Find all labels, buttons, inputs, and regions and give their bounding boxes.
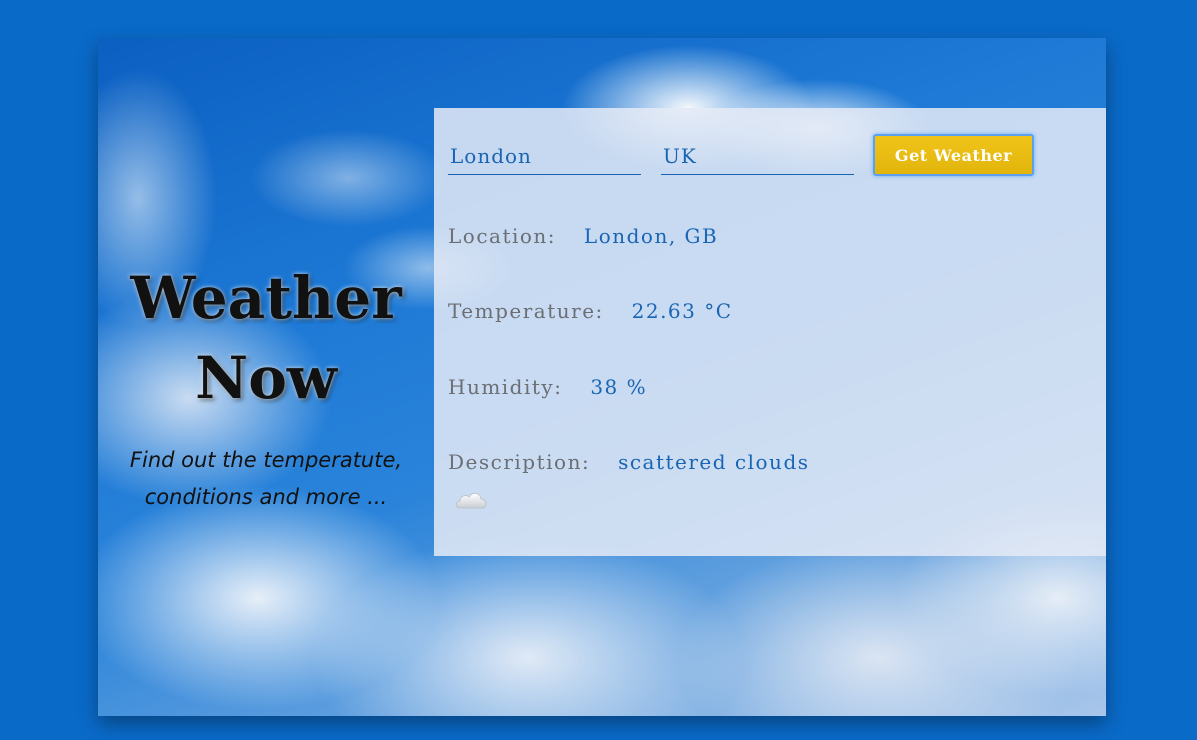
- description-label: Description:: [448, 450, 591, 474]
- temperature-row: Temperature: 22.63 °C: [448, 299, 733, 323]
- weather-panel: Get Weather Location: London, GB Tempera…: [434, 108, 1106, 556]
- temperature-label: Temperature:: [448, 299, 604, 323]
- app-title: Weather Now: [98, 258, 434, 418]
- city-input[interactable]: [448, 138, 641, 175]
- weather-card: Weather Now Find out the temperatute, co…: [98, 38, 1106, 716]
- country-input[interactable]: [661, 138, 854, 175]
- humidity-row: Humidity: 38 %: [448, 375, 647, 399]
- app-title-line2: Now: [195, 344, 337, 412]
- humidity-value: 38 %: [590, 375, 648, 399]
- app-tagline-line2: conditions and more ...: [144, 485, 388, 509]
- location-value: London, GB: [583, 224, 719, 248]
- humidity-label: Humidity:: [448, 375, 563, 399]
- app-tagline-line1: Find out the temperatute,: [129, 448, 403, 472]
- temperature-value: 22.63 °C: [631, 299, 733, 323]
- location-label: Location:: [448, 224, 557, 248]
- description-row: Description: scattered clouds: [448, 450, 810, 474]
- get-weather-button[interactable]: Get Weather: [873, 134, 1034, 176]
- cloud-icon: [455, 493, 487, 509]
- location-row: Location: London, GB: [448, 224, 718, 248]
- app-tagline: Find out the temperatute, conditions and…: [98, 442, 434, 516]
- description-value: scattered clouds: [618, 450, 810, 474]
- hero: Weather Now Find out the temperatute, co…: [98, 258, 434, 516]
- app-title-line1: Weather: [130, 264, 402, 332]
